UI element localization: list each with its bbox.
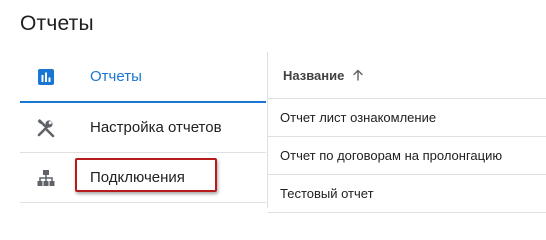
sidebar-item-reports[interactable]: Отчеты [20,52,266,103]
arrow-up-icon[interactable] [352,69,364,81]
sidebar-item-label: Отчеты [90,68,142,85]
sidebar-item-label: Подключения [90,169,185,186]
table-row[interactable]: Отчет лист ознакомление [268,99,546,137]
reports-table: Название Отчет лист ознакомление Отчет п… [267,52,546,213]
tools-icon [36,118,56,138]
sidebar-item-label: Настройка отчетов [90,119,222,136]
sitemap-icon [36,168,56,188]
column-header-name[interactable]: Название [283,68,344,83]
sidebar: Отчеты Настройка отчетов Подключения [20,52,266,203]
sidebar-item-report-settings[interactable]: Настройка отчетов [20,103,266,153]
table-row[interactable]: Отчет по договорам на пролонгацию [268,137,546,175]
sidebar-item-connections[interactable]: Подключения [20,153,266,203]
bar-chart-icon [36,67,56,87]
page-title: Отчеты [20,12,94,35]
table-header: Название [268,52,546,99]
table-row[interactable]: Тестовый отчет [268,175,546,213]
